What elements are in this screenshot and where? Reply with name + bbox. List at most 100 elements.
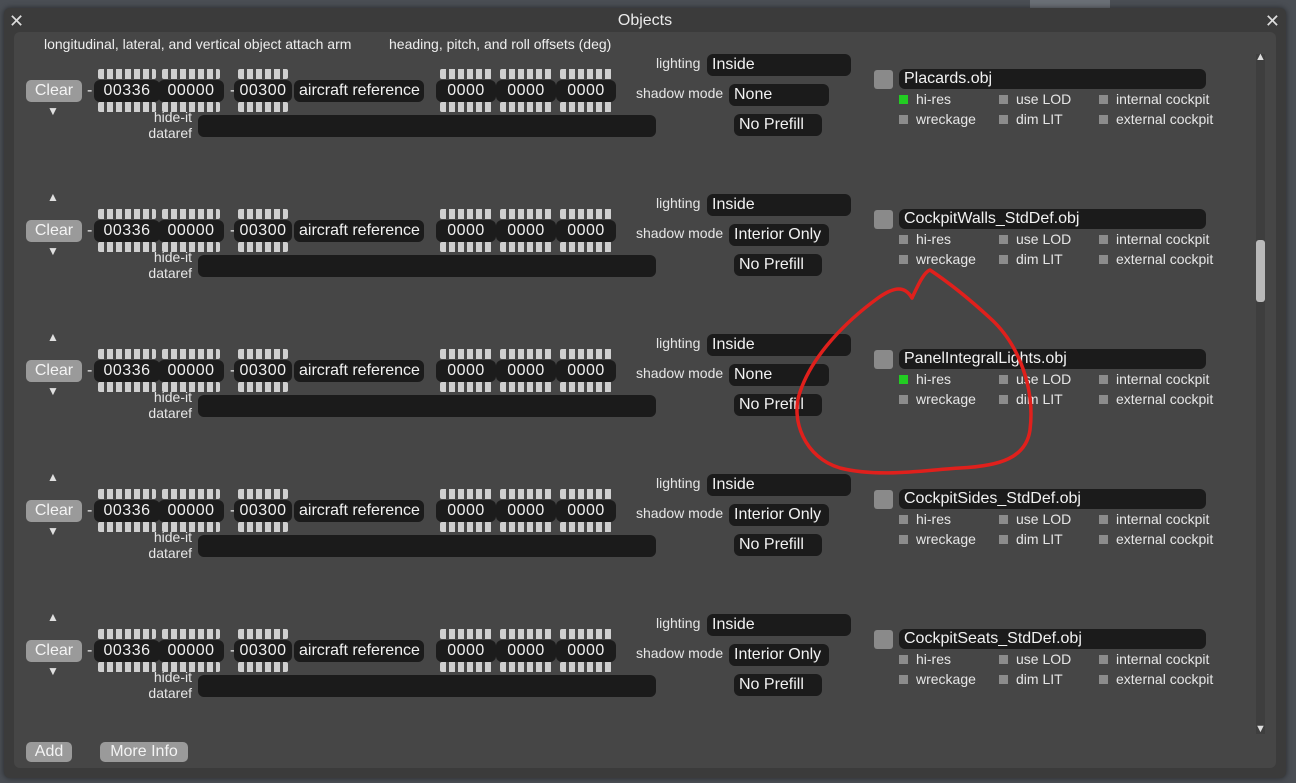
decrement-ticks[interactable]	[440, 662, 492, 672]
decrement-ticks[interactable]	[500, 242, 552, 252]
increment-ticks[interactable]	[98, 69, 156, 79]
increment-ticks[interactable]	[162, 629, 220, 639]
increment-ticks[interactable]	[500, 489, 552, 499]
prefill-select[interactable]: No Prefill	[734, 674, 822, 696]
decrement-ticks[interactable]	[440, 522, 492, 532]
lat-value[interactable]: 00000	[158, 220, 224, 242]
heading-spinner[interactable]: 0000	[436, 349, 496, 393]
object-enable-checkbox[interactable]	[874, 70, 893, 89]
decrement-ticks[interactable]	[500, 522, 552, 532]
external-cockpit-checkbox[interactable]	[1099, 675, 1108, 684]
clear-button[interactable]: Clear	[26, 640, 82, 662]
shadow-mode-select[interactable]: None	[729, 84, 829, 106]
long-value[interactable]: 00336	[94, 640, 160, 662]
vert-value[interactable]: 00300	[234, 500, 292, 522]
increment-ticks[interactable]	[98, 629, 156, 639]
pitch-value[interactable]: 0000	[496, 80, 556, 102]
long-value[interactable]: 00336	[94, 360, 160, 382]
reference-select[interactable]: aircraft reference	[294, 360, 424, 382]
move-up-icon[interactable]: ▲	[47, 471, 59, 483]
object-file-field[interactable]: CockpitSides_StdDef.obj	[899, 489, 1206, 509]
prefill-select[interactable]: No Prefill	[734, 534, 822, 556]
prefill-select[interactable]: No Prefill	[734, 394, 822, 416]
wreckage-checkbox[interactable]	[899, 535, 908, 544]
external-cockpit-checkbox[interactable]	[1099, 535, 1108, 544]
vert-value[interactable]: 00300	[234, 360, 292, 382]
decrement-ticks[interactable]	[560, 522, 612, 532]
decrement-ticks[interactable]	[560, 382, 612, 392]
decrement-ticks[interactable]	[238, 242, 288, 252]
increment-ticks[interactable]	[560, 69, 612, 79]
lat-value[interactable]: 00000	[158, 640, 224, 662]
dimlit-checkbox[interactable]	[999, 535, 1008, 544]
long-spinner[interactable]: 00336	[94, 629, 160, 673]
decrement-ticks[interactable]	[238, 522, 288, 532]
decrement-ticks[interactable]	[560, 662, 612, 672]
roll-value[interactable]: 0000	[556, 360, 616, 382]
hide-dataref-input[interactable]	[198, 535, 656, 557]
pitch-value[interactable]: 0000	[496, 640, 556, 662]
dimlit-checkbox[interactable]	[999, 395, 1008, 404]
increment-ticks[interactable]	[98, 349, 156, 359]
reference-select[interactable]: aircraft reference	[294, 220, 424, 242]
decrement-ticks[interactable]	[440, 242, 492, 252]
roll-value[interactable]: 0000	[556, 640, 616, 662]
scrollbar-thumb[interactable]	[1256, 240, 1265, 302]
heading-value[interactable]: 0000	[436, 500, 496, 522]
increment-ticks[interactable]	[98, 489, 156, 499]
object-enable-checkbox[interactable]	[874, 350, 893, 369]
increment-ticks[interactable]	[238, 629, 288, 639]
increment-ticks[interactable]	[440, 349, 492, 359]
hires-checkbox[interactable]	[899, 655, 908, 664]
clear-button[interactable]: Clear	[26, 220, 82, 242]
heading-spinner[interactable]: 0000	[436, 629, 496, 673]
roll-spinner[interactable]: 0000	[556, 349, 616, 393]
hires-checkbox[interactable]	[899, 515, 908, 524]
long-spinner[interactable]: 00336	[94, 349, 160, 393]
clear-button[interactable]: Clear	[26, 80, 82, 102]
pitch-value[interactable]: 0000	[496, 220, 556, 242]
vert-value[interactable]: 00300	[234, 640, 292, 662]
increment-ticks[interactable]	[560, 629, 612, 639]
increment-ticks[interactable]	[560, 349, 612, 359]
lat-value[interactable]: 00000	[158, 500, 224, 522]
move-down-icon[interactable]: ▼	[47, 525, 59, 537]
increment-ticks[interactable]	[560, 489, 612, 499]
scroll-down-icon[interactable]: ▼	[1255, 724, 1266, 735]
hide-dataref-input[interactable]	[198, 675, 656, 697]
decrement-ticks[interactable]	[560, 102, 612, 112]
object-enable-checkbox[interactable]	[874, 490, 893, 509]
object-enable-checkbox[interactable]	[874, 210, 893, 229]
external-cockpit-checkbox[interactable]	[1099, 115, 1108, 124]
uselod-checkbox[interactable]	[999, 375, 1008, 384]
roll-value[interactable]: 0000	[556, 500, 616, 522]
lat-spinner[interactable]: 00000	[158, 69, 224, 113]
dimlit-checkbox[interactable]	[999, 255, 1008, 264]
hires-checkbox[interactable]	[899, 95, 908, 104]
pitch-spinner[interactable]: 0000	[496, 69, 556, 113]
lighting-select[interactable]: Inside	[707, 334, 851, 356]
decrement-ticks[interactable]	[440, 102, 492, 112]
hide-dataref-input[interactable]	[198, 115, 656, 137]
external-cockpit-checkbox[interactable]	[1099, 395, 1108, 404]
lighting-select[interactable]: Inside	[707, 614, 851, 636]
hires-checkbox[interactable]	[899, 375, 908, 384]
long-value[interactable]: 00336	[94, 500, 160, 522]
increment-ticks[interactable]	[162, 69, 220, 79]
heading-spinner[interactable]: 0000	[436, 209, 496, 253]
internal-cockpit-checkbox[interactable]	[1099, 95, 1108, 104]
vert-value[interactable]: 00300	[234, 220, 292, 242]
vert-value[interactable]: 00300	[234, 80, 292, 102]
move-up-icon[interactable]: ▲	[47, 611, 59, 623]
vert-spinner[interactable]: 00300	[234, 209, 292, 253]
long-value[interactable]: 00336	[94, 220, 160, 242]
increment-ticks[interactable]	[440, 209, 492, 219]
decrement-ticks[interactable]	[238, 382, 288, 392]
reference-select[interactable]: aircraft reference	[294, 80, 424, 102]
wreckage-checkbox[interactable]	[899, 675, 908, 684]
scrollbar-track[interactable]	[1256, 54, 1265, 734]
internal-cockpit-checkbox[interactable]	[1099, 375, 1108, 384]
lighting-select[interactable]: Inside	[707, 474, 851, 496]
heading-value[interactable]: 0000	[436, 80, 496, 102]
increment-ticks[interactable]	[238, 489, 288, 499]
